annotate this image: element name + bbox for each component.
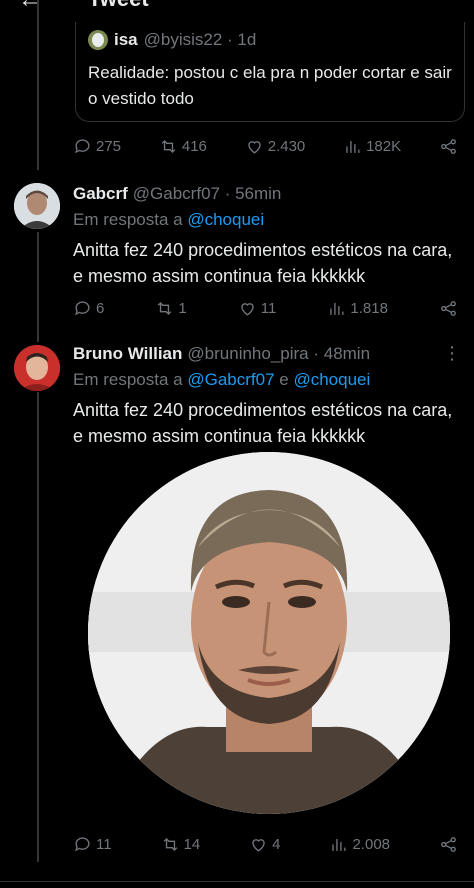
mention-link[interactable]: @Gabcrf07 bbox=[187, 370, 274, 389]
avatar-image bbox=[14, 183, 60, 229]
reply-and: e bbox=[279, 370, 289, 389]
avatar[interactable] bbox=[14, 183, 60, 229]
tweet-header: Bruno Willian @bruninho_pira · 48min bbox=[73, 344, 370, 364]
author-handle: @Gabcrf07 · 56min bbox=[132, 184, 282, 203]
share-button[interactable] bbox=[439, 835, 458, 854]
more-icon[interactable]: ⋮ bbox=[443, 343, 461, 364]
tweet-actions: 6 1 11 1.818 bbox=[73, 296, 458, 320]
share-icon bbox=[441, 138, 456, 154]
retweet-button[interactable]: 416 bbox=[159, 137, 207, 156]
retweet-button[interactable]: 1 bbox=[155, 299, 187, 318]
quoted-tweet-header: isa @byisis22 · 1d bbox=[88, 30, 256, 50]
views-button[interactable]: 1.818 bbox=[327, 299, 388, 318]
author-name[interactable]: Gabcrf bbox=[73, 184, 128, 204]
views-count: 2.008 bbox=[352, 835, 391, 853]
share-button[interactable] bbox=[439, 299, 458, 318]
tweet-text: Anitta fez 240 procedimentos estéticos n… bbox=[73, 240, 453, 286]
reply-count: 275 bbox=[96, 137, 122, 155]
share-button[interactable] bbox=[439, 137, 458, 156]
top-bar: ← Tweet bbox=[0, 0, 474, 13]
mention-link[interactable]: @choquei bbox=[187, 210, 264, 229]
like-button[interactable]: 11 bbox=[238, 299, 277, 318]
reply-button[interactable]: 6 bbox=[73, 299, 104, 318]
like-icon bbox=[252, 838, 265, 852]
author-handle: @bruninho_pira · 48min bbox=[187, 344, 371, 363]
thread-line bbox=[37, 0, 39, 170]
like-count: 2.430 bbox=[267, 137, 306, 155]
quoted-author-name: isa bbox=[114, 30, 138, 49]
reply-button[interactable]: 275 bbox=[73, 137, 121, 156]
reply-prefix: Em resposta a bbox=[73, 210, 183, 229]
views-icon bbox=[346, 140, 360, 153]
mention-link[interactable]: @choquei bbox=[293, 370, 370, 389]
retweet-button[interactable]: 14 bbox=[161, 835, 201, 854]
avatar-image bbox=[14, 345, 60, 391]
author-name[interactable]: Bruno Willian bbox=[73, 344, 182, 364]
thread-line bbox=[37, 232, 39, 342]
reply-count: 11 bbox=[96, 835, 112, 853]
like-icon bbox=[241, 302, 254, 316]
tweet-text: Anitta fez 240 procedimentos estéticos n… bbox=[73, 400, 453, 446]
views-button[interactable]: 182K bbox=[343, 137, 401, 156]
tweet-actions: 11 14 4 2.008 bbox=[73, 832, 458, 856]
reply-count: 6 bbox=[96, 299, 105, 317]
quoted-tweet-card[interactable]: isa @byisis22 · 1d Realidade: postou c e… bbox=[75, 22, 465, 122]
retweet-icon bbox=[158, 301, 172, 315]
views-icon bbox=[330, 302, 344, 315]
reply-icon bbox=[75, 836, 90, 851]
avatar[interactable] bbox=[14, 345, 60, 391]
share-icon bbox=[441, 300, 456, 316]
divider bbox=[0, 881, 474, 882]
like-icon bbox=[248, 140, 261, 154]
views-button[interactable]: 2.008 bbox=[329, 835, 390, 854]
views-count: 182K bbox=[366, 137, 402, 155]
reply-button[interactable]: 11 bbox=[73, 835, 112, 854]
reply-context: Em resposta a @Gabcrf07 e @choquei bbox=[73, 370, 370, 390]
tweet-image[interactable] bbox=[88, 452, 450, 814]
thread-line bbox=[37, 392, 39, 862]
tweet-header: Gabcrf @Gabcrf07 · 56min bbox=[73, 184, 281, 204]
share-icon bbox=[441, 836, 456, 852]
photo-illustration bbox=[88, 452, 450, 814]
retweet-count: 1 bbox=[178, 299, 187, 317]
retweet-count: 14 bbox=[183, 835, 201, 853]
like-count: 11 bbox=[260, 299, 277, 317]
page-title: Tweet bbox=[88, 0, 149, 12]
views-count: 1.818 bbox=[350, 299, 388, 317]
views-icon bbox=[332, 838, 346, 851]
reply-prefix: Em resposta a bbox=[73, 370, 183, 389]
tweet-actions: 275 416 2.430 182K bbox=[73, 134, 458, 158]
quoted-author-handle: @byisis22 · 1d bbox=[143, 30, 257, 49]
like-count: 4 bbox=[272, 835, 281, 853]
like-button[interactable]: 4 bbox=[249, 835, 281, 854]
reply-context: Em resposta a @choquei bbox=[73, 210, 264, 230]
reply-icon bbox=[75, 138, 90, 153]
retweet-icon bbox=[161, 139, 176, 153]
retweet-icon bbox=[163, 837, 177, 851]
quoted-tweet-text: Realidade: postou c ela pra n poder cort… bbox=[88, 63, 452, 108]
reply-icon bbox=[75, 300, 90, 315]
retweet-count: 416 bbox=[181, 137, 207, 155]
avatar bbox=[88, 30, 108, 50]
like-button[interactable]: 2.430 bbox=[245, 137, 306, 156]
